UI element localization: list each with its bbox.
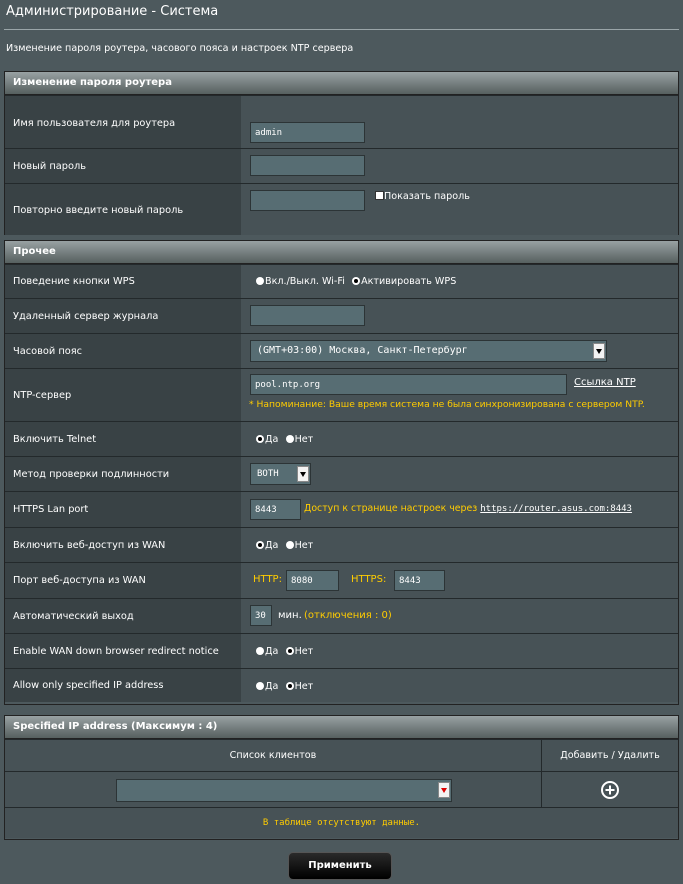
new-password-label: Новый пароль <box>5 149 241 183</box>
misc-section: Прочее Поведение кнопки WPS Вкл./Выкл. W… <box>4 240 679 705</box>
telnet-yes-radio[interactable] <box>256 435 264 443</box>
wps-option-activate-label: Активировать WPS <box>361 276 457 287</box>
remote-log-label: Удаленный сервер журнала <box>5 299 241 333</box>
wan-redirect-radio-group: Да Нет <box>256 646 317 657</box>
https-wan-port-label: HTTPS: <box>351 574 387 585</box>
page-title: Администрирование - Система <box>6 4 219 19</box>
password-section: Изменение пароля роутера Имя пользовател… <box>4 71 679 235</box>
remote-log-row: Удаленный сервер журнала <box>5 298 678 333</box>
autologout-input[interactable] <box>250 605 272 626</box>
new-password-row: Новый пароль <box>5 148 678 183</box>
timezone-select[interactable]: (GMT+03:00) Москва, Санкт-Петербург <box>250 340 607 362</box>
add-icon[interactable] <box>601 780 619 799</box>
http-port-label: HTTP: <box>253 574 282 585</box>
confirm-password-input[interactable] <box>250 190 365 211</box>
ntp-link[interactable]: Ссылка NTP <box>574 377 636 388</box>
wan-access-yes-label: Да <box>265 540 279 551</box>
page-description: Изменение пароля роутера, часового пояса… <box>6 43 354 54</box>
username-row: Имя пользователя для роутера <box>5 95 678 148</box>
ip-section-title: Specified IP address (Максимум : 4) <box>5 716 678 739</box>
wan-access-radio-group: Да Нет <box>256 540 317 551</box>
telnet-no-label: Нет <box>294 434 314 445</box>
wan-redirect-no-radio[interactable] <box>285 647 294 655</box>
auth-method-label: Метод проверки подлинности <box>5 457 241 491</box>
wps-wifi-radio[interactable] <box>256 277 264 285</box>
ip-section: Specified IP address (Максимум : 4) Спис… <box>4 715 679 840</box>
timezone-row: Часовой пояс (GMT+03:00) Москва, Санкт-П… <box>5 333 678 368</box>
show-password-label: Показать пароль <box>384 191 470 202</box>
ip-input-row <box>5 771 678 807</box>
auth-method-select[interactable]: BOTH <box>250 463 311 485</box>
wan-access-no-label: Нет <box>294 540 314 551</box>
https-access-link[interactable]: https://router.asus.com:8443 <box>480 504 632 514</box>
http-port-input[interactable] <box>286 570 339 591</box>
telnet-radio-group: Да Нет <box>256 434 317 445</box>
show-password-control[interactable]: Показать пароль <box>375 191 474 202</box>
apply-button[interactable]: Применить <box>288 852 392 880</box>
timezone-label: Часовой пояс <box>5 334 241 368</box>
wps-label: Поведение кнопки WPS <box>5 265 241 298</box>
wps-option-wifi-label: Вкл./Выкл. Wi-Fi <box>265 276 345 287</box>
remote-log-input[interactable] <box>250 305 365 326</box>
wan-access-no-radio[interactable] <box>285 541 294 549</box>
show-password-checkbox[interactable] <box>375 191 384 200</box>
wps-radio-group: Вкл./Выкл. Wi-Fi Активировать WPS <box>256 276 460 287</box>
ntp-reminder: * Напоминание: Ваше время система не был… <box>249 399 645 410</box>
client-list-select[interactable] <box>116 779 452 802</box>
wps-activate-radio[interactable] <box>352 277 361 285</box>
ntp-label: NTP-сервер <box>5 369 241 421</box>
confirm-password-row: Повторно введите новый пароль Показать п… <box>5 183 678 235</box>
password-section-title: Изменение пароля роутера <box>5 72 678 95</box>
new-password-input[interactable] <box>250 155 365 176</box>
wan-redirect-label: Enable WAN down browser redirect notice <box>5 634 241 668</box>
wan-port-row: Порт веб-доступа из WAN HTTP: HTTPS: <box>5 562 678 598</box>
autologout-label: Автоматический выход <box>5 599 241 633</box>
timezone-value: (GMT+03:00) Москва, Санкт-Петербург <box>257 345 468 356</box>
ntp-server-input[interactable] <box>250 374 567 395</box>
chevron-down-icon[interactable] <box>438 782 450 798</box>
https-access-text: Доступ к странице настроек через https:/… <box>304 503 632 514</box>
https-port-input[interactable] <box>250 499 301 520</box>
telnet-row: Включить Telnet Да Нет <box>5 421 678 456</box>
wps-row: Поведение кнопки WPS Вкл./Выкл. Wi-Fi Ак… <box>5 264 678 298</box>
allow-ip-row: Allow only specified IP address Да Нет <box>5 668 678 702</box>
autologout-unit: мин. <box>278 610 302 621</box>
empty-table-message: В таблице отсутствуют данные. <box>5 807 678 838</box>
https-port-row: HTTPS Lan port Доступ к странице настрое… <box>5 491 678 527</box>
wan-access-row: Включить веб-доступ из WAN Да Нет <box>5 527 678 562</box>
telnet-label: Включить Telnet <box>5 422 241 456</box>
auth-method-row: Метод проверки подлинности BOTH <box>5 456 678 491</box>
action-column-header: Добавить / Удалить <box>560 750 660 761</box>
allow-ip-no-label: Нет <box>294 681 314 692</box>
wan-port-label: Порт веб-доступа из WAN <box>5 563 241 598</box>
wan-redirect-yes-label: Да <box>265 646 279 657</box>
telnet-no-radio[interactable] <box>285 435 294 443</box>
allow-ip-yes-label: Да <box>265 681 279 692</box>
wan-redirect-row: Enable WAN down browser redirect notice … <box>5 633 678 668</box>
misc-section-title: Прочее <box>5 241 678 264</box>
https-port-label: HTTPS Lan port <box>5 492 241 527</box>
allow-ip-radio-group: Да Нет <box>256 681 317 692</box>
chevron-down-icon[interactable] <box>593 343 605 359</box>
allow-ip-yes-radio[interactable] <box>256 682 264 690</box>
autologout-note: (отключения : 0) <box>304 610 392 621</box>
allow-ip-label: Allow only specified IP address <box>5 669 241 702</box>
wan-access-yes-radio[interactable] <box>256 541 264 549</box>
username-input[interactable] <box>250 122 365 143</box>
autologout-row: Автоматический выход мин. (отключения : … <box>5 598 678 633</box>
allow-ip-no-radio[interactable] <box>285 682 294 690</box>
chevron-down-icon[interactable] <box>297 466 309 482</box>
confirm-password-label: Повторно введите новый пароль <box>5 184 241 235</box>
username-label: Имя пользователя для роутера <box>5 96 241 148</box>
ip-table-header: Список клиентов Добавить / Удалить <box>5 739 678 771</box>
https-access-label: Доступ к странице настроек через <box>304 503 478 514</box>
title-divider <box>4 29 679 30</box>
ntp-row: NTP-сервер Ссылка NTP * Напоминание: Ваш… <box>5 368 678 421</box>
telnet-yes-label: Да <box>265 434 279 445</box>
https-wan-port-input[interactable] <box>394 570 445 591</box>
wan-access-label: Включить веб-доступ из WAN <box>5 528 241 562</box>
wan-redirect-yes-radio[interactable] <box>256 647 264 655</box>
wan-redirect-no-label: Нет <box>294 646 314 657</box>
clients-column-header: Список клиентов <box>5 740 542 771</box>
